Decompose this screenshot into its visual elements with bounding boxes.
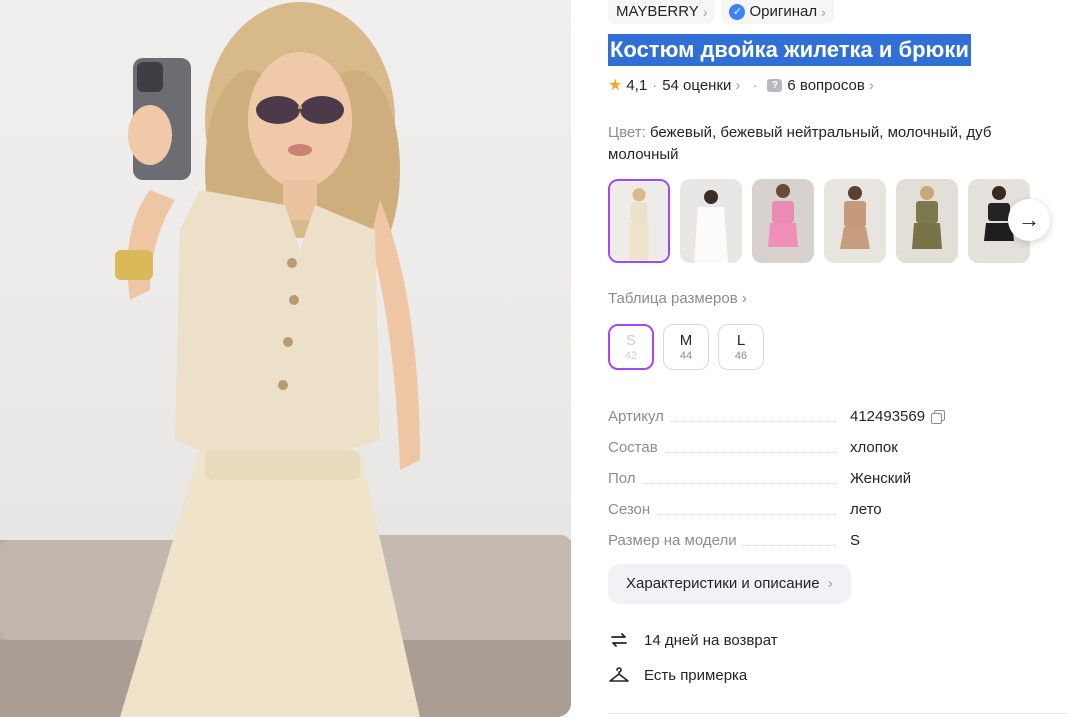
original-badge[interactable]: ✓ Оригинал ›	[721, 0, 834, 24]
spec-row-composition: Состав хлопок	[608, 432, 1048, 463]
size-option-l[interactable]: L 46	[718, 324, 764, 370]
spec-value: Женский	[850, 470, 912, 487]
photo-illustration	[0, 2, 571, 717]
product-info-panel: MAYBERRY › ✓ Оригинал › Костюм двойка жи…	[608, 0, 1078, 717]
arrow-right-icon: →	[1018, 207, 1040, 232]
chevron-right-icon: ›	[735, 76, 741, 94]
chevron-right-icon: ›	[741, 290, 747, 307]
size-table-link[interactable]: Таблица размеров ›	[608, 290, 747, 307]
thumbnail-beige-suit[interactable]	[608, 179, 670, 263]
questions-link[interactable]: 6 вопросов	[787, 77, 864, 94]
spec-value: хлопок	[850, 439, 898, 456]
color-value: бежевый, бежевый нейтральный, молочный, …	[608, 124, 992, 163]
thumbnail-image	[824, 179, 886, 263]
badges-row: MAYBERRY › ✓ Оригинал ›	[608, 0, 834, 24]
thumbnail-white-set[interactable]	[680, 179, 742, 263]
spec-key: Сезон	[608, 501, 657, 518]
size-number: 42	[624, 349, 638, 362]
characteristics-label: Характеристики и описание	[626, 575, 820, 592]
feature-returns: 14 дней на возврат	[608, 629, 778, 651]
size-option-s[interactable]: S 42	[608, 324, 654, 370]
spec-key: Артикул	[608, 408, 670, 425]
return-arrows-icon	[611, 633, 627, 647]
dotted-leader	[608, 483, 836, 484]
chevron-right-icon: ›	[827, 575, 833, 592]
thumbnail-image	[610, 181, 668, 261]
brand-badge[interactable]: MAYBERRY ›	[608, 0, 716, 24]
thumbnail-image	[896, 179, 958, 263]
article-number: 412493569	[850, 408, 926, 425]
size-table-label: Таблица размеров	[608, 290, 738, 307]
size-name: S	[625, 331, 636, 349]
size-selector: S 42 M 44 L 46	[608, 324, 764, 370]
feature-label: Есть примерка	[644, 666, 748, 684]
chevron-right-icon: ›	[702, 4, 708, 20]
thumbnails-next-button[interactable]: →	[1008, 199, 1050, 241]
color-info: Цвет: бежевый, бежевый нейтральный, моло…	[608, 122, 1028, 166]
spec-row-season: Сезон лето	[608, 494, 1048, 525]
hanger-icon	[609, 667, 629, 682]
star-icon: ★	[608, 77, 623, 94]
feature-label: 14 дней на возврат	[644, 631, 778, 649]
feature-fitting: Есть примерка	[608, 664, 747, 686]
size-number: 44	[679, 349, 693, 362]
divider	[608, 713, 1068, 714]
copy-icon[interactable]	[931, 410, 946, 424]
reviews-link[interactable]: 54 оценки	[662, 77, 731, 94]
thumbnail-olive-set[interactable]	[896, 179, 958, 263]
rating-value: 4,1	[626, 76, 648, 94]
spec-key: Состав	[608, 439, 664, 456]
spec-value: S	[850, 532, 861, 549]
product-title: Костюм двойка жилетка и брюки	[608, 34, 971, 66]
size-option-m[interactable]: M 44	[663, 324, 709, 370]
spec-key: Размер на модели	[608, 532, 743, 549]
spec-value: лето	[850, 501, 882, 518]
thumbnail-pink-set[interactable]	[752, 179, 814, 263]
thumbnail-brown-set[interactable]	[824, 179, 886, 263]
product-main-photo[interactable]	[0, 0, 571, 717]
color-thumbnails	[608, 179, 1030, 263]
question-icon: ?	[767, 78, 783, 92]
thumbnail-image	[680, 179, 742, 263]
size-name: L	[736, 331, 746, 349]
color-label: Цвет:	[608, 124, 646, 141]
spec-key: Пол	[608, 470, 642, 487]
characteristics-button[interactable]: Характеристики и описание ›	[608, 564, 851, 604]
specs-table: Артикул 412493569 Состав хлопок Пол Женс…	[608, 401, 1048, 556]
chevron-right-icon: ›	[868, 76, 874, 94]
brand-name: MAYBERRY	[616, 3, 699, 20]
separator-dot: ·	[752, 76, 758, 94]
thumbnail-image	[752, 179, 814, 263]
spec-row-model-size: Размер на модели S	[608, 525, 1048, 556]
original-label: Оригинал	[749, 3, 818, 20]
chevron-right-icon: ›	[821, 4, 826, 20]
rating-row: ★ 4,1 · 54 оценки › · ? 6 вопросов ›	[608, 75, 874, 95]
size-number: 46	[734, 349, 748, 362]
spec-row-gender: Пол Женский	[608, 463, 1048, 494]
size-name: M	[679, 331, 693, 349]
separator-dot: ·	[652, 76, 658, 94]
spec-row-article: Артикул 412493569	[608, 401, 1048, 432]
verified-check-icon: ✓	[729, 4, 746, 20]
spec-value-wrap: 412493569	[850, 408, 946, 425]
